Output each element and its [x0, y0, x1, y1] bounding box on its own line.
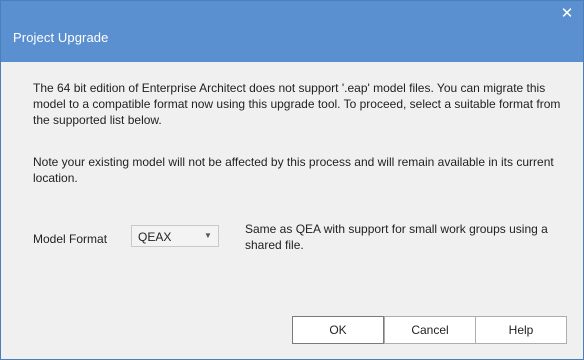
chevron-down-icon[interactable]: ▼	[198, 226, 218, 246]
unsupported-format-message: The 64 bit edition of Enterprise Archite…	[33, 81, 561, 127]
project-upgrade-dialog: Project Upgrade ✕ The 64 bit edition of …	[0, 0, 584, 360]
model-format-label: Model Format	[33, 232, 108, 246]
title-bar[interactable]: Project Upgrade ✕	[1, 1, 583, 62]
model-format-select[interactable]: QEAX ▼	[131, 225, 219, 247]
model-format-value: QEAX	[138, 230, 172, 244]
dialog-body: The 64 bit edition of Enterprise Archite…	[1, 62, 583, 359]
existing-model-note: Note your existing model will not be aff…	[33, 155, 554, 185]
dialog-title: Project Upgrade	[13, 30, 109, 45]
cancel-button[interactable]: Cancel	[384, 316, 476, 344]
close-icon[interactable]: ✕	[555, 3, 579, 25]
ok-button[interactable]: OK	[292, 316, 384, 344]
model-format-description: Same as QEA with support for small work …	[245, 222, 548, 252]
help-button[interactable]: Help	[475, 316, 567, 344]
